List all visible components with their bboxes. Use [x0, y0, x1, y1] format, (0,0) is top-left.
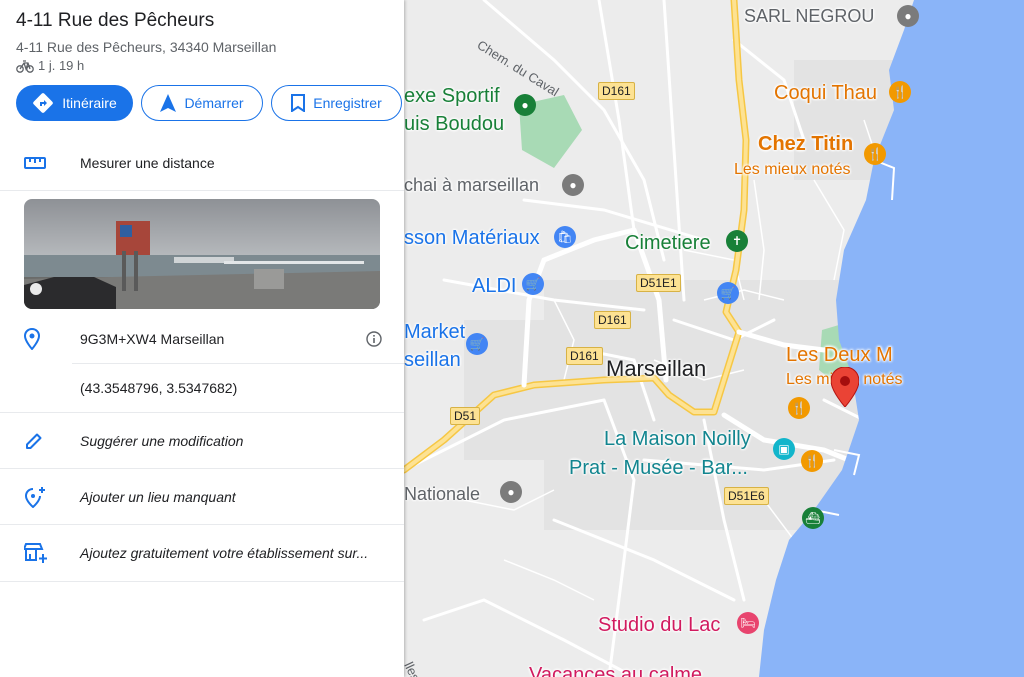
- store-pin-icon[interactable]: ●: [897, 5, 919, 27]
- place-label[interactable]: seillan: [404, 350, 461, 370]
- town-label: Marseillan: [606, 356, 707, 381]
- store-pin-icon[interactable]: ●: [500, 481, 522, 503]
- cemetery-pin-icon[interactable]: ✝: [726, 230, 748, 252]
- plus-code-row[interactable]: 9G3M+XW4 Marseillan: [0, 314, 404, 364]
- divider: [0, 581, 404, 582]
- place-label[interactable]: Coqui Thau: [774, 83, 877, 103]
- maps-window: D161 D51E1 D161 D161 D51 D51E6 Chem. du …: [0, 0, 1024, 677]
- coordinates-row[interactable]: (43.3548796, 3.5347682): [0, 364, 404, 412]
- park-pin-icon[interactable]: ●: [514, 94, 536, 116]
- ferry-pin-icon[interactable]: ⛴: [802, 507, 824, 529]
- location-pin-icon[interactable]: [831, 367, 859, 407]
- restaurant-pin-icon[interactable]: 🍴: [864, 143, 886, 165]
- place-label[interactable]: La Maison Noilly: [604, 429, 751, 449]
- directions-icon: [33, 93, 54, 113]
- suggest-edit-row[interactable]: Suggérer une modification: [0, 413, 404, 469]
- shopping-pin-icon[interactable]: 🛍: [554, 226, 576, 248]
- restaurant-pin-icon[interactable]: 🍴: [889, 81, 911, 103]
- place-label[interactable]: ALDI: [472, 276, 516, 296]
- place-label[interactable]: Nationale: [404, 485, 480, 503]
- road-shield-d161: D161: [594, 311, 631, 329]
- restaurant-pin-icon[interactable]: 🍴: [801, 450, 823, 472]
- place-label[interactable]: exe Sportif: [404, 86, 500, 106]
- place-label[interactable]: Chez Titin: [758, 134, 853, 154]
- plus-code-value: 9G3M+XW4 Marseillan: [80, 331, 225, 347]
- place-rating-note: Les mieux notés: [734, 161, 851, 178]
- street-view-photo[interactable]: [24, 199, 380, 309]
- navigation-arrow-icon: [160, 94, 177, 112]
- add-business-label: Ajoutez gratuitement votre établissement…: [80, 545, 369, 561]
- place-label[interactable]: Cimetiere: [625, 233, 711, 253]
- add-business-icon: [24, 543, 47, 563]
- place-label[interactable]: Studio du Lac: [598, 615, 720, 635]
- place-label[interactable]: uis Boudou: [404, 114, 504, 134]
- place-label[interactable]: Market: [404, 322, 465, 342]
- divider: [0, 190, 404, 191]
- place-details-panel: 4-11 Rue des Pêcheurs 4-11 Rue des Pêche…: [0, 0, 404, 677]
- measure-distance-label: Mesurer une distance: [80, 155, 215, 171]
- place-label[interactable]: sson Matériaux: [404, 228, 540, 248]
- road-shield-d161: D161: [566, 347, 603, 365]
- add-missing-place-row[interactable]: Ajouter un lieu manquant: [0, 469, 404, 525]
- measure-distance-row[interactable]: Mesurer une distance: [0, 136, 404, 190]
- road-shield-d51e6: D51E6: [724, 487, 769, 505]
- street-view-image: [24, 199, 380, 309]
- store-pin-icon[interactable]: ●: [562, 174, 584, 196]
- save-label: Enregistrer: [313, 95, 382, 111]
- ruler-icon: [24, 157, 46, 169]
- start-button[interactable]: Démarrer: [141, 85, 263, 121]
- bicycle-icon: [16, 59, 34, 73]
- cart-pin-icon[interactable]: 🛒: [522, 273, 544, 295]
- place-label[interactable]: SARL NEGROU: [744, 7, 874, 25]
- road-shield-d51: D51: [450, 407, 481, 425]
- coordinates-value: (43.3548796, 3.5347682): [80, 380, 238, 396]
- place-label[interactable]: chai à marseillan: [404, 176, 539, 194]
- map-pin-icon: [24, 328, 40, 350]
- restaurant-pin-icon[interactable]: 🍴: [788, 397, 810, 419]
- directions-label: Itinéraire: [62, 95, 117, 111]
- travel-time-value: 1 j. 19 h: [38, 58, 85, 73]
- cart-pin-icon[interactable]: 🛒: [466, 333, 488, 355]
- add-location-icon: [24, 487, 45, 508]
- place-address: 4-11 Rue des Pêcheurs, 34340 Marseillan: [16, 39, 277, 55]
- museum-pin-icon[interactable]: ▣: [773, 438, 795, 460]
- place-label[interactable]: Prat - Musée - Bar...: [569, 458, 748, 478]
- pencil-icon: [26, 433, 42, 449]
- save-button[interactable]: Enregistrer: [271, 85, 402, 121]
- cart-pin-icon[interactable]: 🛒: [717, 282, 739, 304]
- directions-button[interactable]: Itinéraire: [16, 85, 133, 121]
- place-title: 4-11 Rue des Pêcheurs: [16, 10, 215, 31]
- road-shield-d161: D161: [598, 82, 635, 100]
- add-business-row[interactable]: Ajoutez gratuitement votre établissement…: [0, 525, 404, 581]
- info-icon[interactable]: [366, 331, 382, 347]
- map-canvas[interactable]: D161 D51E1 D161 D161 D51 D51E6 Chem. du …: [404, 0, 1024, 677]
- travel-time: 1 j. 19 h: [16, 58, 84, 73]
- hotel-pin-icon[interactable]: 🛏: [737, 612, 759, 634]
- place-label[interactable]: Les Deux M: [786, 345, 893, 365]
- bookmark-icon: [291, 94, 306, 112]
- start-label: Démarrer: [184, 95, 244, 111]
- place-label[interactable]: Vacances au calme: [529, 665, 702, 677]
- add-missing-place-label: Ajouter un lieu manquant: [80, 489, 236, 505]
- road-shield-d51e1: D51E1: [636, 274, 681, 292]
- suggest-edit-label: Suggérer une modification: [80, 433, 244, 449]
